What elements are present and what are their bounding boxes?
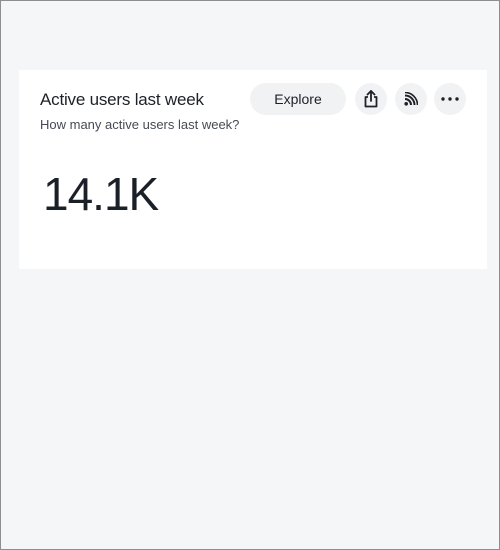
card-subtitle: How many active users last week?: [40, 117, 240, 132]
share-button[interactable]: [355, 83, 387, 115]
explore-button[interactable]: Explore: [250, 83, 346, 115]
rss-feed-icon: [404, 92, 418, 106]
app-viewport: Active users last week How many active u…: [0, 0, 500, 550]
metric-value: 14.1K: [43, 168, 159, 220]
more-options-button[interactable]: [434, 83, 466, 115]
share-icon: [364, 90, 378, 108]
more-horizontal-icon: [441, 97, 459, 101]
metric-card: Active users last week How many active u…: [19, 70, 487, 269]
feed-button[interactable]: [395, 83, 427, 115]
card-title: Active users last week: [40, 90, 204, 109]
